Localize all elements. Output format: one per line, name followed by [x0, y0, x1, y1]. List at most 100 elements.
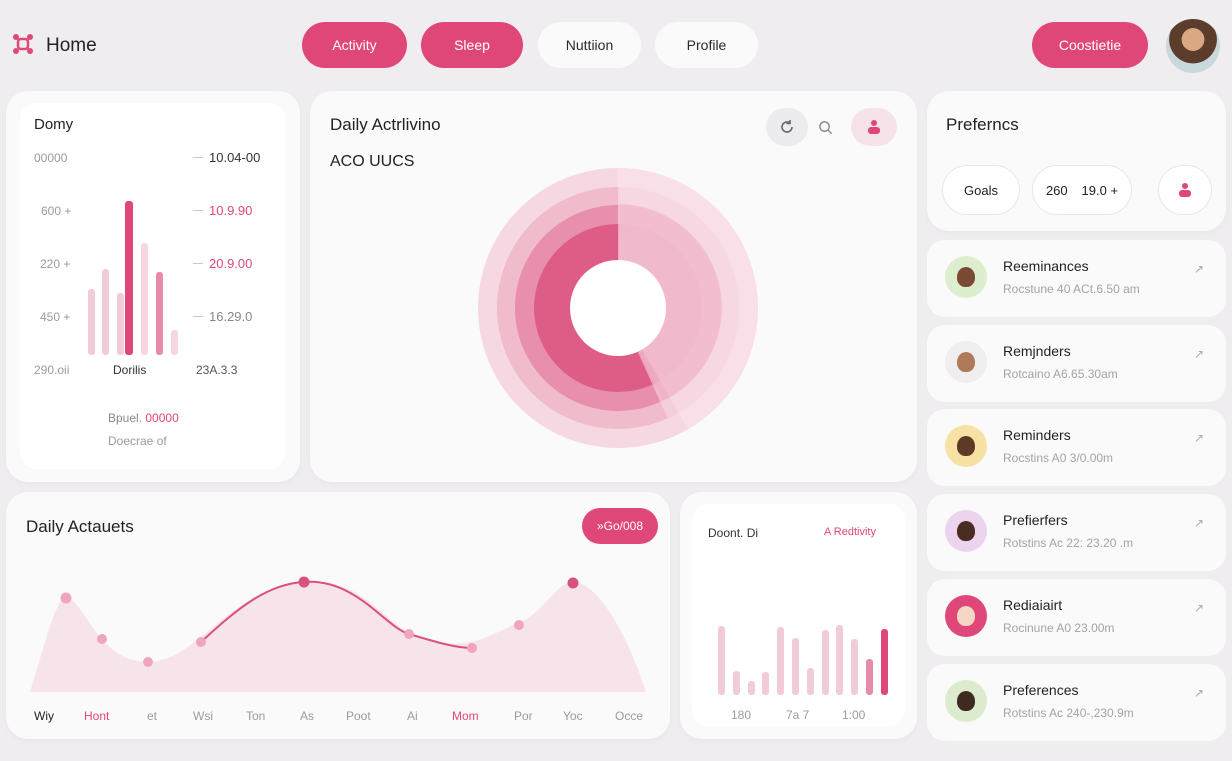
- refresh-icon[interactable]: [766, 108, 808, 146]
- list-item[interactable]: Prefierfers Rotstins Ac 22: 23.20 .m ↗: [927, 494, 1226, 571]
- arrow-icon: ↗: [1193, 516, 1204, 530]
- arrow-icon: ↗: [1193, 431, 1204, 445]
- mini-bar: [718, 626, 725, 695]
- goals-value-stepper[interactable]: 260 19.0 +: [1032, 165, 1132, 215]
- line-x-label: Mom: [452, 709, 479, 723]
- mini-bar: [822, 630, 829, 695]
- line-x-label: Ton: [246, 709, 266, 723]
- list-item-title: Rediaiairt: [1003, 597, 1063, 613]
- arrow-icon: ↗: [1193, 262, 1204, 276]
- stats-footer-value: Bpuel. 00000: [108, 411, 179, 425]
- list-item[interactable]: Preferences Rotstins Ac 240-,230.9m ↗: [927, 664, 1226, 741]
- stats-x-label: Dorilis: [113, 363, 147, 377]
- list-item-subtitle: Rocstune 40 ACt.6.50 am: [1003, 282, 1140, 296]
- mini-bar: [762, 672, 769, 695]
- stats-right-label: 10.04-00: [193, 150, 260, 165]
- list-item[interactable]: Reeminances Rocstune 40 ACt.6.50 am ↗: [927, 240, 1226, 317]
- arrow-icon: ↗: [1193, 601, 1204, 615]
- bar-chart-link[interactable]: A Redtivity: [824, 526, 876, 538]
- user-avatar[interactable]: [1166, 19, 1220, 73]
- line-chart-title: Daily Actauets: [26, 517, 134, 536]
- preferences-add-icon[interactable]: [1158, 165, 1212, 215]
- line-chart-action-button[interactable]: »Go/008: [582, 508, 658, 544]
- list-item[interactable]: Remjnders Rotcaino A6.65.30am ↗: [927, 325, 1226, 402]
- list-item-subtitle: Rotcaino A6.65.30am: [1003, 367, 1118, 381]
- header-action-button[interactable]: Coostietie: [1032, 22, 1148, 68]
- nav-profile[interactable]: Profile: [655, 22, 758, 68]
- nav-nutrition[interactable]: Nuttiion: [538, 22, 641, 68]
- mini-bar: [881, 629, 888, 695]
- list-item-title: Remjnders: [1003, 343, 1071, 359]
- mini-bar: [748, 681, 755, 695]
- avatar: [945, 680, 987, 722]
- list-item-title: Reminders: [1003, 427, 1071, 443]
- mini-bar: [792, 638, 799, 695]
- stats-footer-note: Doecrae of: [108, 434, 167, 448]
- stats-y-label: 290.oii: [34, 363, 70, 377]
- nav-activity[interactable]: Activity: [302, 22, 407, 68]
- line-x-label: Wiy: [34, 709, 54, 723]
- stats-right-label: 20.9.00: [193, 256, 252, 271]
- bar-x-label: 7a 7: [786, 708, 810, 722]
- goals-button[interactable]: Goals: [942, 165, 1020, 215]
- stats-y-label: 450 +: [40, 310, 71, 324]
- mini-bar: [777, 627, 784, 695]
- line-x-label: Poot: [346, 709, 371, 723]
- line-chart-graph: [30, 576, 646, 692]
- list-item-subtitle: Rotstins Ac 240-,230.9m: [1003, 706, 1134, 720]
- stats-bar: [102, 269, 109, 355]
- bar-x-label: 180: [731, 708, 752, 722]
- stats-y-label: 600 +: [41, 204, 72, 218]
- stats-x-label: 23A.3.3: [196, 363, 238, 377]
- list-item-subtitle: Rocstins A0 3/0.00m: [1003, 451, 1114, 465]
- stats-bar: [171, 330, 178, 355]
- stats-bar: [141, 243, 148, 355]
- line-x-label: Occe: [615, 709, 644, 723]
- mini-bar: [733, 671, 740, 695]
- stats-bar: [88, 289, 95, 355]
- nav-sleep[interactable]: Sleep: [421, 22, 523, 68]
- mini-bar: [807, 668, 814, 695]
- line-x-label: Ai: [407, 709, 418, 723]
- mini-bar: [851, 639, 858, 695]
- mini-bar: [866, 659, 873, 695]
- stats-bar: [125, 201, 133, 355]
- avatar: [945, 256, 987, 298]
- bar-x-label: 1:00: [842, 708, 866, 722]
- line-x-label: As: [300, 709, 315, 723]
- people-icon[interactable]: [851, 108, 897, 146]
- line-x-label: Hont: [84, 709, 110, 723]
- home-link[interactable]: Home: [46, 35, 97, 57]
- stats-right-label: 16.29.0: [193, 309, 252, 324]
- avatar: [945, 510, 987, 552]
- search-icon[interactable]: [805, 108, 845, 146]
- list-item-title: Prefierfers: [1003, 512, 1068, 528]
- list-item[interactable]: Reminders Rocstins A0 3/0.00m ↗: [927, 409, 1226, 486]
- avatar: [945, 595, 987, 637]
- preferences-title: Preferncs: [946, 115, 1019, 134]
- avatar: [945, 425, 987, 467]
- list-item-subtitle: Rocinune A0 23.00m: [1003, 621, 1115, 635]
- donut-subtitle: ACO UUCS: [330, 153, 415, 170]
- stats-bar: [117, 293, 124, 355]
- activity-donut-chart: [478, 168, 758, 448]
- line-x-label: et: [147, 709, 158, 723]
- list-item-title: Preferences: [1003, 682, 1079, 698]
- stats-y-label: 220 +: [40, 257, 71, 271]
- bar-chart-title: Doont. Di: [708, 526, 759, 540]
- stats-right-label: 10.9.90: [193, 203, 252, 218]
- goal-value-b: 19.0 +: [1081, 182, 1119, 198]
- mini-bar: [836, 625, 843, 695]
- stats-y-label: 00000: [34, 151, 68, 165]
- list-item-title: Reeminances: [1003, 258, 1089, 274]
- donut-title: Daily Actrlivino: [330, 115, 441, 134]
- arrow-icon: ↗: [1193, 347, 1204, 361]
- list-item[interactable]: Rediaiairt Rocinune A0 23.00m ↗: [927, 579, 1226, 656]
- list-item-subtitle: Rotstins Ac 22: 23.20 .m: [1003, 536, 1134, 550]
- line-x-label: Por: [514, 709, 533, 723]
- line-x-label: Wsi: [193, 709, 213, 723]
- logo-icon: [13, 34, 33, 54]
- line-x-label: Yoc: [563, 709, 583, 723]
- goal-value-a: 260: [1045, 182, 1068, 198]
- stats-bar: [156, 272, 163, 355]
